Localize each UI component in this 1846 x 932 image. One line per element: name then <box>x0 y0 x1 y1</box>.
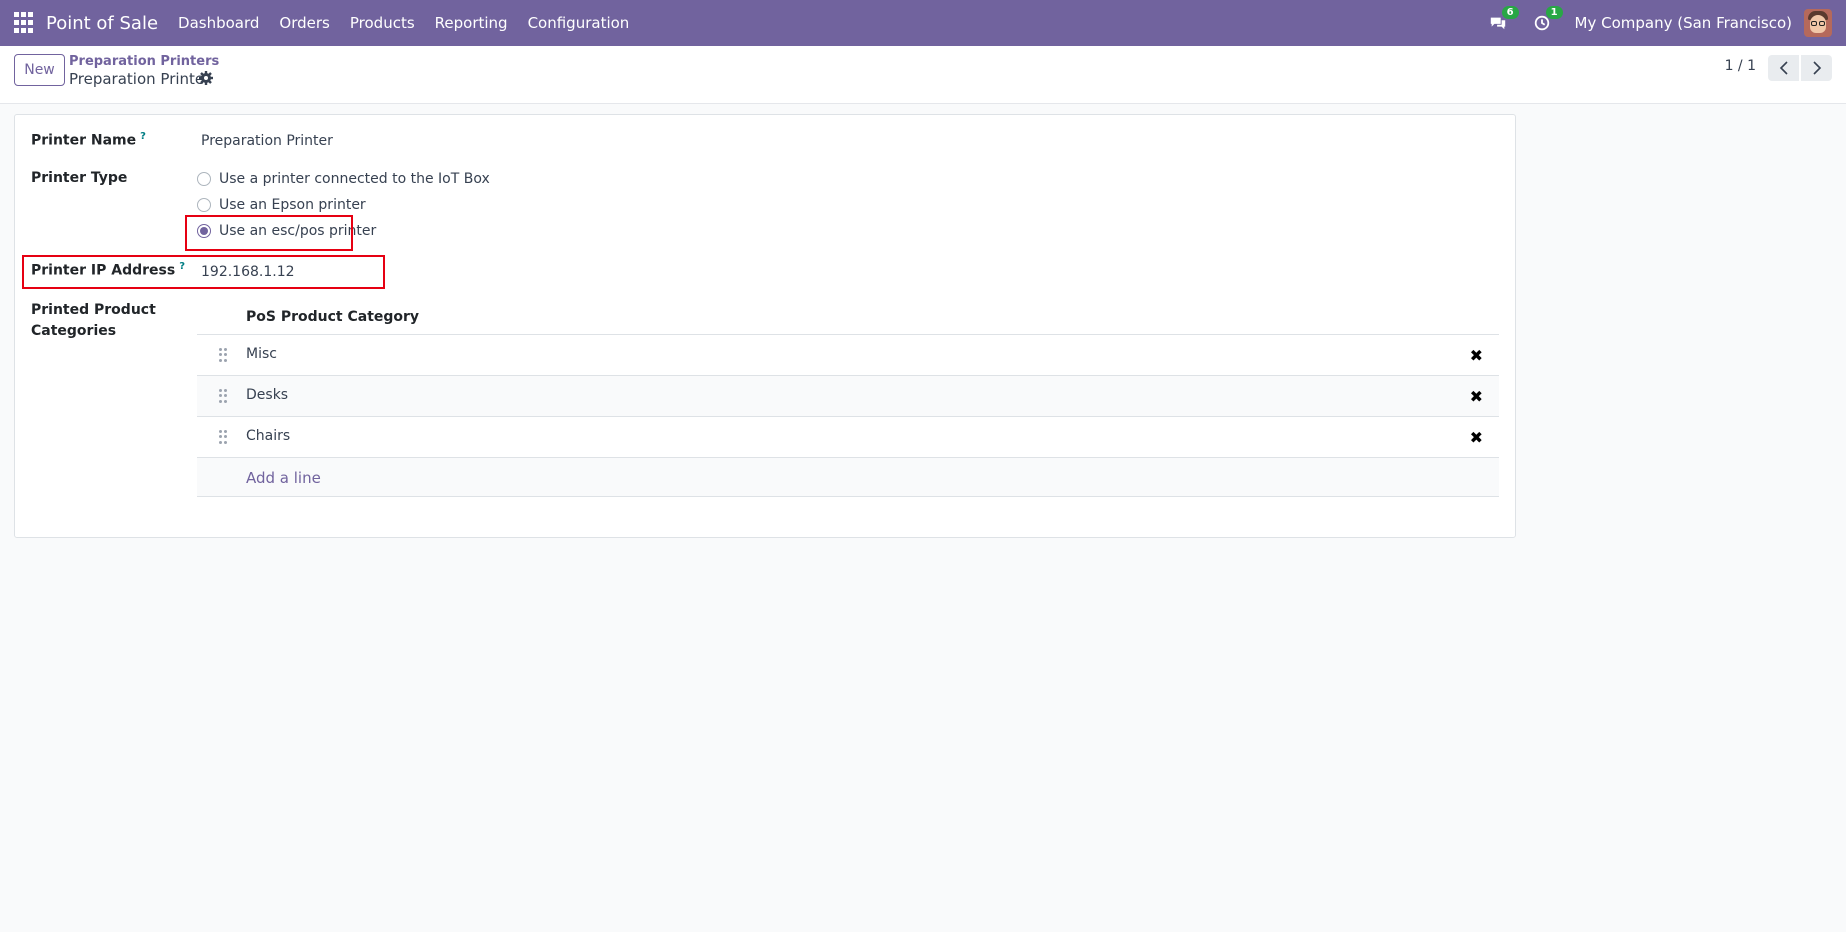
printer-name-label: Printer Name? <box>31 131 146 149</box>
radio-epson[interactable]: Use an Epson printer <box>197 197 366 213</box>
delete-icon[interactable]: ✖ <box>1470 346 1483 365</box>
control-panel: New Preparation Printers Preparation Pri… <box>0 46 1846 104</box>
menu-configuration[interactable]: Configuration <box>528 14 630 32</box>
chevron-right-icon <box>1812 61 1821 75</box>
printer-name-field[interactable]: Preparation Printer <box>201 133 333 149</box>
add-line-link[interactable]: Add a line <box>246 469 321 487</box>
printer-type-label: Printer Type <box>31 170 128 186</box>
pager-previous-button[interactable] <box>1768 55 1799 81</box>
category-cell[interactable]: Misc <box>246 346 277 362</box>
delete-icon[interactable]: ✖ <box>1470 428 1483 447</box>
activities-badge: 1 <box>1545 6 1563 19</box>
table-row[interactable]: Chairs ✖ <box>197 417 1499 458</box>
user-avatar[interactable] <box>1804 9 1832 37</box>
drag-handle-icon[interactable] <box>219 389 227 403</box>
pager-value[interactable]: 1 / 1 <box>1725 58 1756 74</box>
menu-orders[interactable]: Orders <box>279 14 329 32</box>
add-line-row: Add a line <box>197 458 1499 497</box>
radio-button[interactable] <box>197 172 211 186</box>
main-menu: Dashboard Orders Products Reporting Conf… <box>178 14 649 32</box>
radio-iot-box[interactable]: Use a printer connected to the IoT Box <box>197 171 490 187</box>
app-name[interactable]: Point of Sale <box>46 13 158 34</box>
highlight-box-ip <box>22 255 385 289</box>
messages-icon[interactable]: 6 <box>1487 6 1519 34</box>
category-cell[interactable]: Chairs <box>246 428 290 444</box>
apps-menu-icon[interactable] <box>14 12 36 34</box>
highlight-box-escpos <box>185 215 353 251</box>
messages-badge: 6 <box>1501 6 1519 19</box>
menu-reporting[interactable]: Reporting <box>435 14 508 32</box>
delete-icon[interactable]: ✖ <box>1470 387 1483 406</box>
form-sheet: Printer Name? Preparation Printer Printe… <box>14 114 1516 538</box>
systray: 6 1 My Company (San Francisco) <box>1487 0 1846 46</box>
drag-handle-icon[interactable] <box>219 430 227 444</box>
gear-icon[interactable] <box>198 70 214 86</box>
table-header: PoS Product Category <box>197 299 1499 335</box>
breadcrumb-current: Preparation Printer <box>69 70 211 88</box>
category-cell[interactable]: Desks <box>246 387 288 403</box>
new-button[interactable]: New <box>14 54 65 86</box>
categories-label: Printed Product Categories <box>31 302 156 339</box>
breadcrumb-parent[interactable]: Preparation Printers <box>69 54 219 69</box>
table-row[interactable]: Desks ✖ <box>197 376 1499 417</box>
chevron-left-icon <box>1779 61 1788 75</box>
menu-dashboard[interactable]: Dashboard <box>178 14 259 32</box>
activities-icon[interactable]: 1 <box>1531 6 1563 34</box>
help-icon[interactable]: ? <box>140 131 146 142</box>
categories-table: PoS Product Category Misc ✖ Desks ✖ Chai… <box>197 299 1499 497</box>
pager-next-button[interactable] <box>1801 55 1832 81</box>
menu-products[interactable]: Products <box>350 14 415 32</box>
table-row[interactable]: Misc ✖ <box>197 335 1499 376</box>
top-navbar: Point of Sale Dashboard Orders Products … <box>0 0 1846 46</box>
radio-button[interactable] <box>197 198 211 212</box>
drag-handle-icon[interactable] <box>219 348 227 362</box>
company-switcher[interactable]: My Company (San Francisco) <box>1575 14 1792 32</box>
